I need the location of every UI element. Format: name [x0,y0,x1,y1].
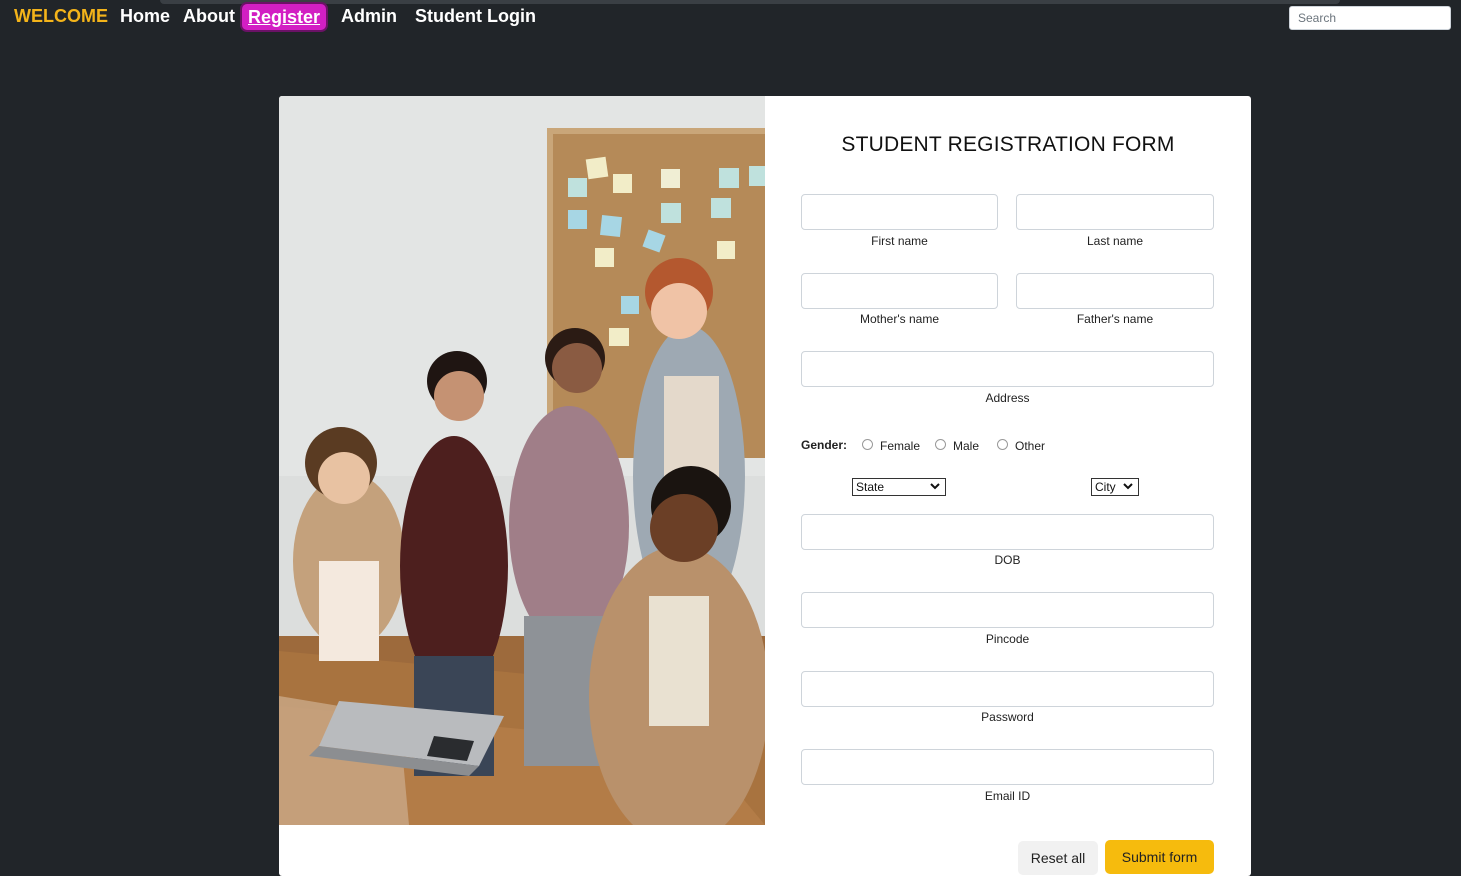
first-name-field[interactable] [801,194,998,230]
registration-form: STUDENT REGISTRATION FORM First name Las… [765,96,1251,876]
first-name-label: First name [871,234,928,248]
gender-label: Gender: [801,438,848,452]
nav-home[interactable]: Home [120,6,170,27]
male-label: Male [953,439,980,453]
email-field[interactable] [801,749,1214,785]
other-label: Other [1015,439,1046,453]
nav-register[interactable]: Register [242,4,327,30]
last-name-field[interactable] [1016,194,1214,230]
password-field[interactable] [801,671,1214,707]
city-select[interactable]: City [1091,478,1139,496]
other-radio[interactable] [997,439,1008,450]
mother-name-field[interactable] [801,273,998,309]
mother-name-label: Mother's name [860,312,939,326]
students-photo [279,96,765,825]
brand-logo[interactable]: WELCOME [14,6,108,27]
father-name-label: Father's name [1076,312,1154,326]
dob-label: DOB [994,553,1021,567]
search-input[interactable] [1289,6,1451,30]
nav-about[interactable]: About [183,6,235,27]
last-name-label: Last name [1086,234,1144,248]
chevron-down-icon [930,483,940,490]
address-label: Address [985,391,1030,405]
reset-button[interactable]: Reset all [1018,841,1098,875]
father-name-field[interactable] [1016,273,1214,309]
address-field[interactable] [801,351,1214,387]
nav-admin[interactable]: Admin [341,6,397,27]
nav-student-login[interactable]: Student Login [415,6,536,27]
city-value: City [1095,480,1116,494]
state-value: State [856,480,885,494]
email-label: Email ID [984,789,1031,803]
female-label: Female [880,439,921,453]
chevron-down-icon [1123,483,1133,490]
male-radio[interactable] [935,439,946,450]
password-label: Password [981,710,1034,724]
dob-field[interactable] [801,514,1214,550]
pincode-field[interactable] [801,592,1214,628]
state-select[interactable]: State [852,478,946,496]
female-radio[interactable] [862,439,873,450]
submit-button[interactable]: Submit form [1105,840,1214,874]
registration-card: STUDENT REGISTRATION FORM First name Las… [279,96,1251,876]
navbar: WELCOME Home About Register Admin Studen… [0,0,1461,36]
pincode-label: Pincode [985,632,1030,646]
form-title: STUDENT REGISTRATION FORM [841,133,1175,156]
